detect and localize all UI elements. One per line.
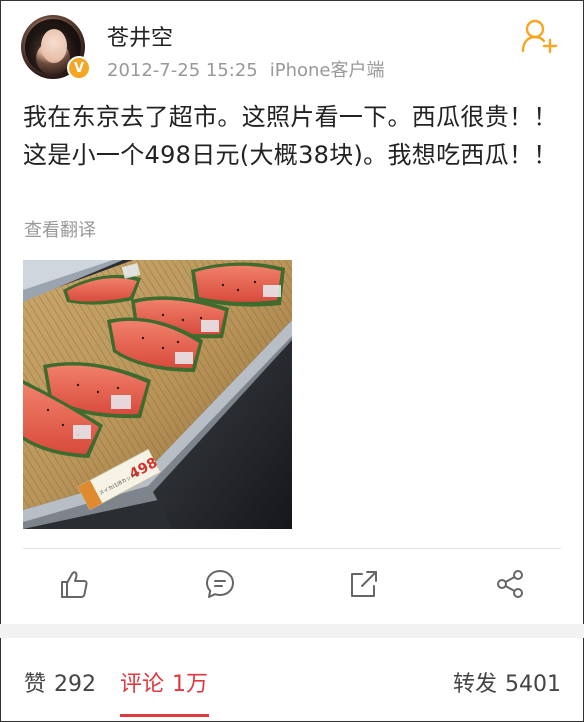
follow-user-icon[interactable]	[521, 18, 559, 54]
likes-label: 赞	[24, 672, 47, 697]
post-timestamp: 2012-7-25 15:25	[107, 60, 258, 81]
comments-count: 1万	[172, 672, 209, 697]
tab-likes[interactable]: 赞 292	[24, 666, 96, 698]
reposts-count: 5401	[505, 672, 562, 697]
username[interactable]: 苍井空	[107, 20, 173, 52]
post-meta: 2012-7-25 15:25 iPhone客户端	[107, 56, 385, 82]
thumbs-up-icon[interactable]	[58, 568, 90, 600]
post-source: iPhone客户端	[269, 60, 385, 81]
reposts-label: 转发	[453, 672, 498, 697]
section-separator	[0, 624, 584, 638]
post-photo[interactable]: 498 スイカ(1/8カット)	[23, 260, 292, 529]
active-tab-indicator	[120, 714, 209, 717]
translate-link[interactable]: 查看翻译	[24, 216, 96, 242]
comment-bubble-icon[interactable]	[204, 568, 236, 600]
share-out-icon[interactable]	[348, 568, 380, 600]
post-text: 我在东京去了超市。这照片看一下。西瓜很贵！！ 这是小一个498日元(大概38块)…	[23, 103, 558, 169]
comments-label: 评论	[120, 672, 165, 697]
divider	[23, 548, 561, 549]
share-nodes-icon[interactable]	[494, 568, 526, 600]
tab-reposts[interactable]: 转发 5401	[453, 666, 561, 698]
tab-comments[interactable]: 评论 1万	[120, 666, 208, 698]
stats-tabs: 赞 292 评论 1万 转发 5401	[0, 638, 584, 722]
verified-badge-icon: V	[67, 56, 91, 80]
likes-count: 292	[54, 672, 97, 697]
